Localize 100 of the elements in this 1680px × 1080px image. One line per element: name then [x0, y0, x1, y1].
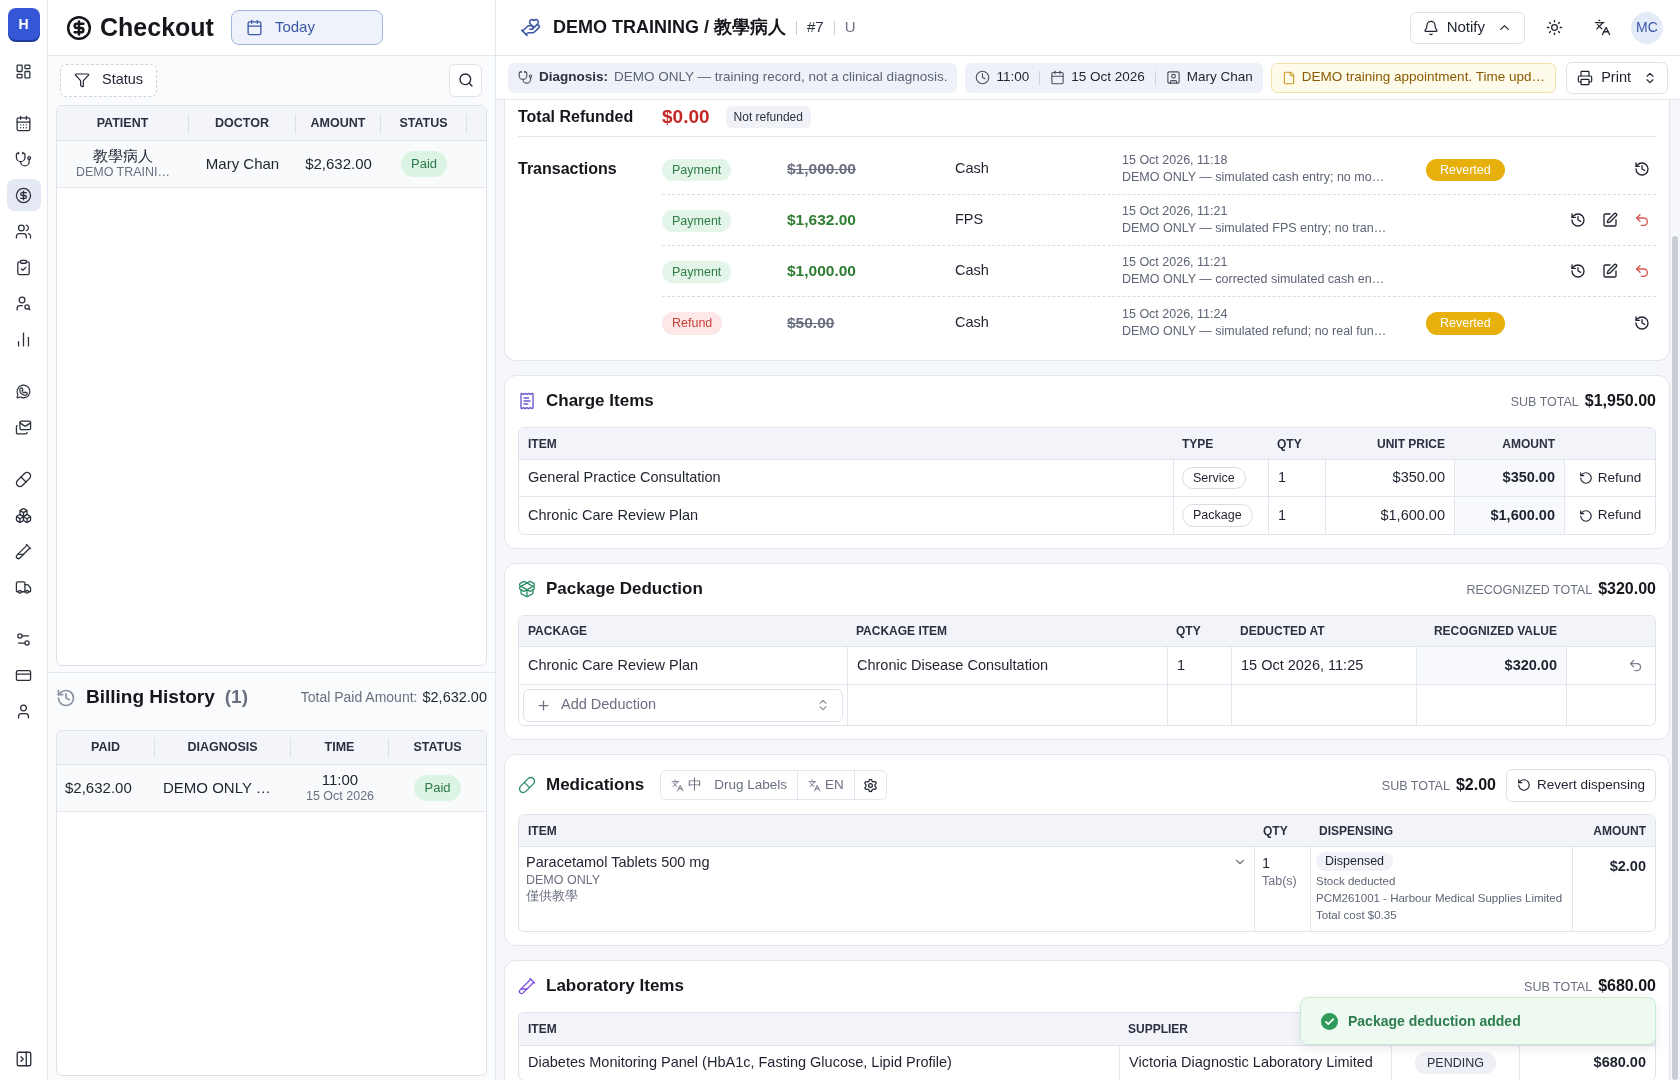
clock-icon [975, 70, 991, 85]
undo-button[interactable] [1634, 212, 1650, 228]
table-cell-text: Chronic Care Review Plan [527, 655, 700, 675]
user-avatar[interactable]: MC [1631, 11, 1663, 44]
column-header: TIME [324, 739, 355, 757]
dispensing-detail: Stock deducted [1316, 874, 1396, 889]
label-language-button[interactable]: EN [797, 771, 854, 799]
transaction-type-badge: Payment [662, 209, 732, 233]
table-cell-text: Diabetes Monitoring Panel (HbA1c, Fasting Glucose, Lipid Profile) [527, 1053, 953, 1073]
transaction-time: 15 Oct 2026, 11:24 [1122, 305, 1228, 323]
table-cell: $680.00 [1519, 1046, 1655, 1080]
mail-icon [15, 418, 32, 436]
transaction-type-badge: Payment [662, 158, 732, 182]
search-button[interactable] [449, 63, 482, 97]
filter-icon [74, 72, 90, 88]
dollar-icon [66, 14, 92, 41]
status-badge: Paid [401, 151, 447, 177]
bar-chart-icon [15, 330, 32, 348]
record-tag: U [844, 16, 856, 39]
package-icon [518, 580, 536, 598]
patient-note: DEMO TRAINI… [75, 164, 171, 180]
refund-button[interactable]: Refund [1578, 467, 1642, 489]
section-title: Medications [546, 774, 645, 797]
bell-icon [1422, 19, 1439, 36]
transaction-note: DEMO ONLY — simulated refund; no real fun… [1122, 322, 1387, 340]
column-header: PAID [91, 739, 120, 757]
undo-button[interactable] [1628, 658, 1643, 673]
column-header: STATUS [399, 114, 448, 132]
transaction-note: DEMO ONLY — simulated cash entry; no mo… [1122, 169, 1385, 186]
revert-dispensing-button[interactable]: Revert dispensing [1505, 768, 1656, 802]
transaction-time: 15 Oct 2026, 11:21 [1122, 254, 1228, 271]
edit-button[interactable] [1602, 212, 1618, 228]
sidebar-item[interactable] [6, 179, 41, 211]
undo-button[interactable] [1634, 263, 1650, 279]
total-paid-value: $2,632.00 [422, 687, 487, 707]
dispensing-status-badge: Dispensed [1316, 852, 1394, 871]
translate-icon [1593, 19, 1611, 36]
users-icon [15, 222, 32, 240]
table-cell-text: General Practice Consultation [527, 468, 722, 488]
refunded-total: $0.00 [662, 104, 710, 129]
boxes-icon [15, 506, 32, 524]
date-filter-button[interactable]: Today [230, 10, 383, 45]
dispensing-detail: PCM261001 - Harbour Medical Supplies Limited [1316, 891, 1563, 906]
reverted-badge: Reverted [1426, 158, 1505, 182]
column-header: STATUS [413, 739, 462, 757]
total-value: $1,950.00 [1584, 391, 1656, 411]
history-button[interactable] [1570, 212, 1586, 228]
column-header: ITEM [528, 435, 557, 453]
column-header: TYPE [1182, 435, 1214, 453]
section-title: Charge Items [546, 390, 654, 413]
rotate-ccw-icon [1578, 471, 1593, 485]
transaction-amount: $1,000.00 [787, 159, 856, 180]
total-label: SUB TOTAL [1524, 979, 1593, 996]
table-cell: Victoria Diagnostic Laboratory Limited [1119, 1046, 1391, 1080]
history-button[interactable] [1570, 263, 1586, 279]
test-tube-icon [518, 977, 536, 995]
total-value: $2.00 [1455, 775, 1496, 795]
appointment-time: 11:00 [996, 68, 1030, 87]
print-button[interactable]: Print [1566, 61, 1668, 94]
quantity-unit: Tab(s) [1262, 873, 1298, 890]
undo-icon [1628, 658, 1643, 673]
billing-row[interactable]: $2,632.00 DEMO ONLY … 11:00 15 Oct 2026 Paid [57, 765, 486, 812]
panel-toggle-icon [14, 1050, 33, 1068]
column-header: RECOGNIZED VALUE [1433, 623, 1557, 640]
label-language-button[interactable]: 中 Drug Labels [661, 771, 798, 799]
calendar-icon [1050, 70, 1066, 85]
plus-icon [536, 697, 551, 713]
history-count: (1) [224, 685, 249, 710]
column-header: QTY [1263, 822, 1288, 840]
section-title: Package Deduction [546, 578, 703, 601]
column-header: PACKAGE [528, 623, 588, 640]
translate-icon [808, 778, 822, 792]
column-header: DEDUCTED AT [1240, 623, 1325, 640]
user-card-icon [1165, 70, 1181, 85]
sun-icon [1545, 19, 1563, 36]
rotate-ccw-icon [1578, 508, 1593, 523]
edit-button[interactable] [1602, 263, 1618, 279]
record-title: DEMO TRAINING / 教學病人 [553, 16, 786, 39]
notify-button[interactable]: Notify [1409, 11, 1525, 44]
app-logo[interactable]: H [7, 8, 40, 40]
add-deduction-select[interactable]: Add Deduction [523, 688, 843, 722]
patient-row[interactable]: 教學病人 DEMO TRAINI… Mary Chan $2,632.00 Paid [57, 141, 486, 188]
scrollbar-thumb[interactable] [1672, 236, 1678, 1080]
table-cell: $320.00 [1416, 647, 1566, 684]
stethoscope-icon [518, 70, 533, 85]
history-button[interactable] [1634, 314, 1650, 331]
table-cell: $350.00 [1454, 460, 1564, 496]
transaction-amount: $1,632.00 [787, 210, 856, 231]
column-header: QTY [1277, 435, 1302, 453]
history-button[interactable] [1634, 161, 1650, 177]
status-filter-button[interactable]: Status [60, 63, 158, 97]
settings-icon [862, 777, 878, 793]
payment-method: Cash [955, 159, 989, 179]
column-header: SUPPLIER [1128, 1021, 1188, 1038]
patient-name: 教學病人 [93, 148, 153, 164]
appointment-date: 15 Oct 2026 [1071, 68, 1145, 87]
total-label: RECOGNIZED TOTAL [1466, 582, 1593, 599]
table-cell: 1 [1268, 460, 1325, 496]
refund-button[interactable]: Refund [1578, 505, 1642, 526]
history-icon [56, 687, 76, 708]
